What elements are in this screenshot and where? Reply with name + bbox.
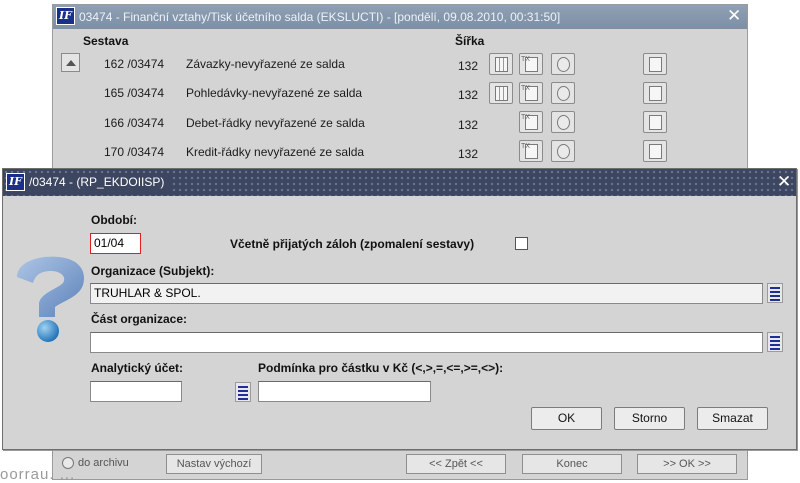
- text-file-icon: [521, 56, 538, 72]
- dialog-title: /03474 - (RP_EKDOIISP): [25, 173, 171, 191]
- report-number: 170 /03474: [104, 145, 165, 159]
- analytic-account-label: Analytický účet:: [91, 361, 184, 375]
- export-html-button[interactable]: [551, 111, 575, 133]
- report-name: Kredit-řádky nevyřazené ze salda: [186, 145, 365, 159]
- report-name: Debet-řádky nevyřazené ze salda: [186, 116, 365, 130]
- column-header-sirka: Šířka: [455, 34, 485, 48]
- period-input[interactable]: 01/04: [90, 233, 141, 254]
- globe-icon: [557, 115, 570, 130]
- export-html-button[interactable]: [551, 140, 575, 162]
- organization-part-label: Část organizace:: [91, 312, 188, 326]
- export-html-button[interactable]: [551, 53, 575, 75]
- table-row[interactable]: 166 /03474 Debet-řádky nevyřazené ze sal…: [53, 111, 747, 135]
- report-number: 165 /03474: [104, 86, 165, 100]
- table-row[interactable]: 165 /03474 Pohledávky-nevyřazené ze sald…: [53, 82, 747, 106]
- report-name: Pohledávky-nevyřazené ze salda: [186, 86, 363, 100]
- delete-button[interactable]: Smazat: [697, 407, 768, 430]
- pencil-icon: [649, 86, 662, 101]
- edit-report-button[interactable]: [643, 140, 667, 162]
- set-defaults-button[interactable]: Nastav výchozí: [166, 454, 262, 474]
- pencil-icon: [649, 144, 662, 159]
- column-header-sestava: Sestava: [83, 34, 129, 48]
- report-width: 132: [458, 147, 479, 161]
- amount-condition-label: Podmínka pro částku v Kč (<,>,=,<=,>=,<>…: [258, 361, 504, 375]
- list-picker-icon[interactable]: [767, 332, 783, 352]
- organization-part-input[interactable]: [90, 332, 763, 353]
- export-html-button[interactable]: [551, 82, 575, 104]
- organization-input[interactable]: TRUHLAR & SPOL.: [90, 283, 763, 304]
- pencil-icon: [649, 57, 662, 72]
- organization-label: Organizace (Subjekt):: [91, 264, 215, 278]
- cancel-button[interactable]: Storno: [614, 407, 685, 430]
- globe-icon: [557, 57, 570, 72]
- report-width: 132: [458, 59, 479, 73]
- analytic-account-input[interactable]: [90, 381, 182, 402]
- close-icon[interactable]: ✕: [727, 6, 741, 26]
- archive-label: do archivu: [78, 457, 129, 469]
- list-picker-icon[interactable]: [767, 283, 783, 303]
- grid-icon: [495, 57, 508, 72]
- app-logo-icon: IF: [56, 7, 75, 25]
- export-text-button[interactable]: [519, 140, 543, 162]
- export-grid-button[interactable]: [489, 53, 513, 75]
- text-file-icon: [521, 85, 538, 101]
- table-row[interactable]: 162 /03474 Závazky-nevyřazené ze salda 1…: [53, 53, 747, 77]
- export-text-button[interactable]: [519, 111, 543, 133]
- text-file-icon: [521, 143, 538, 159]
- text-file-icon: [521, 114, 538, 130]
- background-window-title: 03474 - Finanční vztahy/Tisk účetního sa…: [79, 10, 561, 24]
- export-text-button[interactable]: [519, 53, 543, 75]
- list-picker-icon[interactable]: [235, 382, 251, 402]
- dialog-titlebar: IF /03474 - (RP_EKDOIISP) ✕: [3, 169, 796, 196]
- back-button[interactable]: << Zpět <<: [406, 454, 506, 474]
- export-text-button[interactable]: [519, 82, 543, 104]
- app-logo-icon: IF: [6, 173, 25, 191]
- clipped-background-text: oorrau. ...: [0, 466, 76, 483]
- ok-button[interactable]: OK: [531, 407, 602, 430]
- close-icon[interactable]: ✕: [777, 172, 791, 192]
- table-row[interactable]: 170 /03474 Kredit-řádky nevyřazené ze sa…: [53, 140, 747, 164]
- help-question-icon: [17, 256, 84, 342]
- edit-report-button[interactable]: [643, 111, 667, 133]
- parameters-dialog: IF /03474 - (RP_EKDOIISP) ✕ Období: 01/0…: [2, 168, 797, 450]
- ok-next-button[interactable]: >> OK >>: [637, 454, 737, 474]
- background-titlebar: IF 03474 - Finanční vztahy/Tisk účetního…: [53, 5, 747, 29]
- report-width: 132: [458, 118, 479, 132]
- end-button[interactable]: Konec: [522, 454, 622, 474]
- amount-condition-input[interactable]: [258, 381, 431, 402]
- edit-report-button[interactable]: [643, 82, 667, 104]
- report-number: 162 /03474: [104, 57, 165, 71]
- export-grid-button[interactable]: [489, 82, 513, 104]
- report-number: 166 /03474: [104, 116, 165, 130]
- grid-icon: [495, 86, 508, 101]
- include-deposits-label: Včetně přijatých záloh (zpomalení sestav…: [230, 237, 475, 251]
- edit-report-button[interactable]: [643, 53, 667, 75]
- globe-icon: [557, 144, 570, 159]
- pencil-icon: [649, 115, 662, 130]
- period-label: Období:: [91, 213, 137, 227]
- report-width: 132: [458, 88, 479, 102]
- report-name: Závazky-nevyřazené ze salda: [186, 57, 345, 71]
- include-deposits-checkbox[interactable]: [515, 237, 528, 250]
- globe-icon: [557, 86, 570, 101]
